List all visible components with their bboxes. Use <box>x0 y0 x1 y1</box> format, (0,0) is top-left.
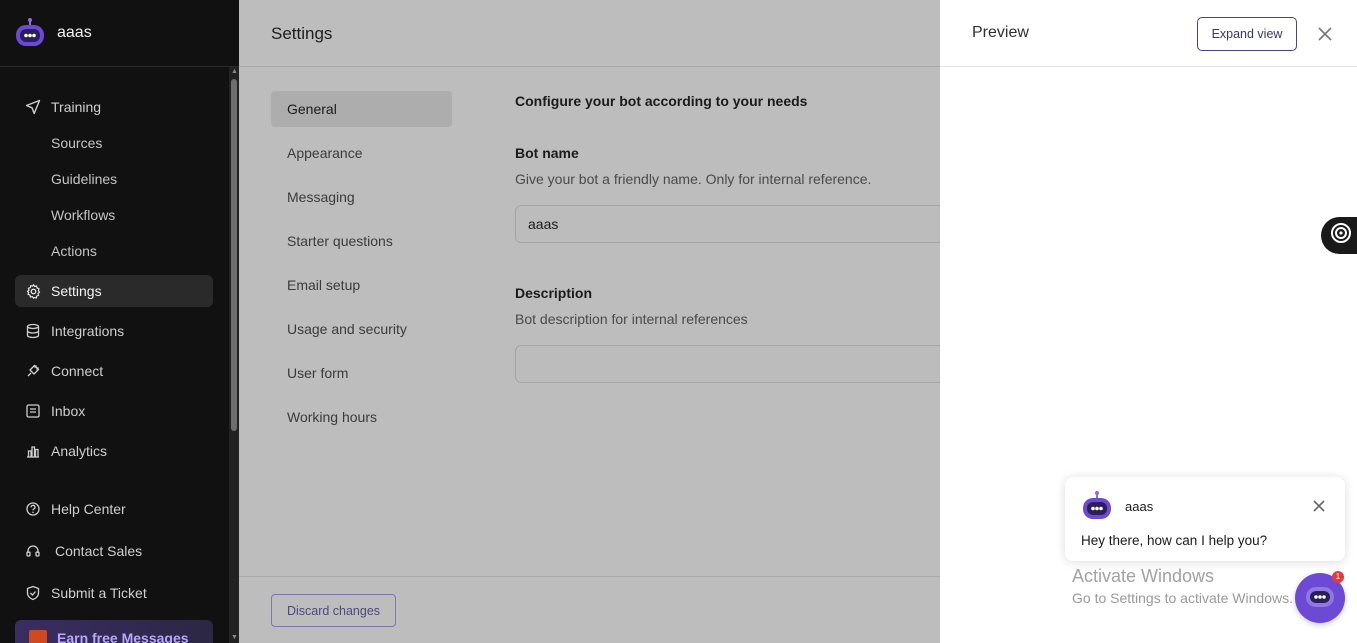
chat-bot-name: aaas <box>1125 499 1154 514</box>
sidebar-item-submit-ticket[interactable]: Submit a Ticket <box>15 577 213 609</box>
expand-view-button[interactable]: Expand view <box>1197 17 1297 51</box>
send-icon <box>24 98 42 116</box>
settings-tab-usage-security[interactable]: Usage and security <box>271 311 452 347</box>
plug-icon <box>24 362 42 380</box>
bot-avatar-icon <box>1081 490 1113 522</box>
bot-name: aaas <box>57 24 92 41</box>
earn-label: Earn free Messages <box>57 630 189 643</box>
form-heading: Configure your bot according to your nee… <box>515 93 808 109</box>
bot-logo-icon <box>14 17 46 49</box>
sidebar-item-label: Training <box>51 99 102 115</box>
sidebar-item-training[interactable]: Training <box>15 91 213 123</box>
notification-badge: 1 <box>1332 571 1344 583</box>
target-icon <box>1329 221 1353 250</box>
scroll-up-arrow-icon[interactable]: ▲ <box>231 68 238 76</box>
close-icon[interactable] <box>1315 24 1335 44</box>
sidebar-scrollbar[interactable]: ▲ ▼ <box>229 67 239 643</box>
description-label: Description <box>515 285 593 301</box>
gift-icon <box>29 630 47 643</box>
sidebar-item-label: Inbox <box>51 403 86 419</box>
sidebar-subitem-actions[interactable]: Actions <box>51 243 97 259</box>
sidebar-item-label: Analytics <box>51 443 108 459</box>
page-title: Settings <box>239 2 940 67</box>
windows-activation-watermark: Activate Windows Go to Settings to activ… <box>1072 566 1293 606</box>
sidebar-item-label: Help Center <box>51 501 126 517</box>
sidebar-item-contact-sales[interactable]: Contact Sales <box>15 535 213 567</box>
sidebar-item-analytics[interactable]: Analytics <box>15 435 213 467</box>
sidebar-item-inbox[interactable]: Inbox <box>15 395 213 427</box>
sidebar-item-label: Settings <box>51 283 102 299</box>
sidebar-subitem-sources[interactable]: Sources <box>51 135 102 151</box>
sidebar-item-label: Contact Sales <box>55 543 143 559</box>
watermark-subtitle: Go to Settings to activate Windows. <box>1072 590 1293 606</box>
floating-widget-button[interactable] <box>1321 217 1357 254</box>
close-icon[interactable] <box>1311 498 1327 514</box>
settings-tab-starter-questions[interactable]: Starter questions <box>271 223 452 259</box>
bar-chart-icon <box>24 442 42 460</box>
scroll-down-arrow-icon[interactable]: ▼ <box>231 634 238 642</box>
scrollbar-thumb[interactable] <box>231 79 237 431</box>
sidebar-item-label: Submit a Ticket <box>51 585 147 601</box>
bot-launcher-icon <box>1304 581 1336 616</box>
settings-tab-appearance[interactable]: Appearance <box>271 135 452 171</box>
chat-greeting-card[interactable]: aaas Hey there, how can I help you? <box>1065 477 1345 561</box>
description-help: Bot description for internal references <box>515 311 748 327</box>
discard-changes-button[interactable]: Discard changes <box>271 594 396 627</box>
sidebar-item-connect[interactable]: Connect <box>15 355 213 387</box>
watermark-title: Activate Windows <box>1072 566 1215 586</box>
sidebar-item-integrations[interactable]: Integrations <box>15 315 213 347</box>
inbox-icon <box>24 402 42 420</box>
bot-name-input[interactable] <box>515 205 955 243</box>
sidebar-subitem-workflows[interactable]: Workflows <box>51 207 115 223</box>
sidebar: aaas Training Sources Guidelines Workflo… <box>0 0 239 643</box>
sidebar-item-label: Integrations <box>51 323 125 339</box>
preview-panel: Preview Expand view aaas Hey there, how … <box>940 0 1357 643</box>
sidebar-item-settings[interactable]: Settings <box>15 275 213 307</box>
sidebar-item-help-center[interactable]: Help Center <box>15 493 213 525</box>
bot-name-help: Give your bot a friendly name. Only for … <box>515 171 872 187</box>
settings-panel: Settings General Appearance Messaging St… <box>239 2 955 643</box>
gear-icon <box>24 282 42 300</box>
chat-greeting-message: Hey there, how can I help you? <box>1081 533 1268 548</box>
chat-launcher-button[interactable]: 1 <box>1295 571 1345 623</box>
ticket-icon <box>24 584 42 602</box>
database-icon <box>24 322 42 340</box>
bot-name-label: Bot name <box>515 145 579 161</box>
earn-free-messages-banner[interactable]: Earn free Messages <box>15 620 213 643</box>
settings-tab-working-hours[interactable]: Working hours <box>271 399 452 435</box>
description-input[interactable] <box>515 345 955 383</box>
settings-tab-user-form[interactable]: User form <box>271 355 452 391</box>
sidebar-item-label: Connect <box>51 363 104 379</box>
help-circle-icon <box>24 500 42 518</box>
settings-tab-messaging[interactable]: Messaging <box>271 179 452 215</box>
sidebar-header[interactable]: aaas <box>0 0 239 67</box>
headset-icon <box>24 542 42 560</box>
sidebar-subitem-guidelines[interactable]: Guidelines <box>51 171 117 187</box>
settings-footer: Discard changes <box>239 576 940 643</box>
settings-tab-email-setup[interactable]: Email setup <box>271 267 452 303</box>
settings-tab-general[interactable]: General <box>271 91 452 127</box>
